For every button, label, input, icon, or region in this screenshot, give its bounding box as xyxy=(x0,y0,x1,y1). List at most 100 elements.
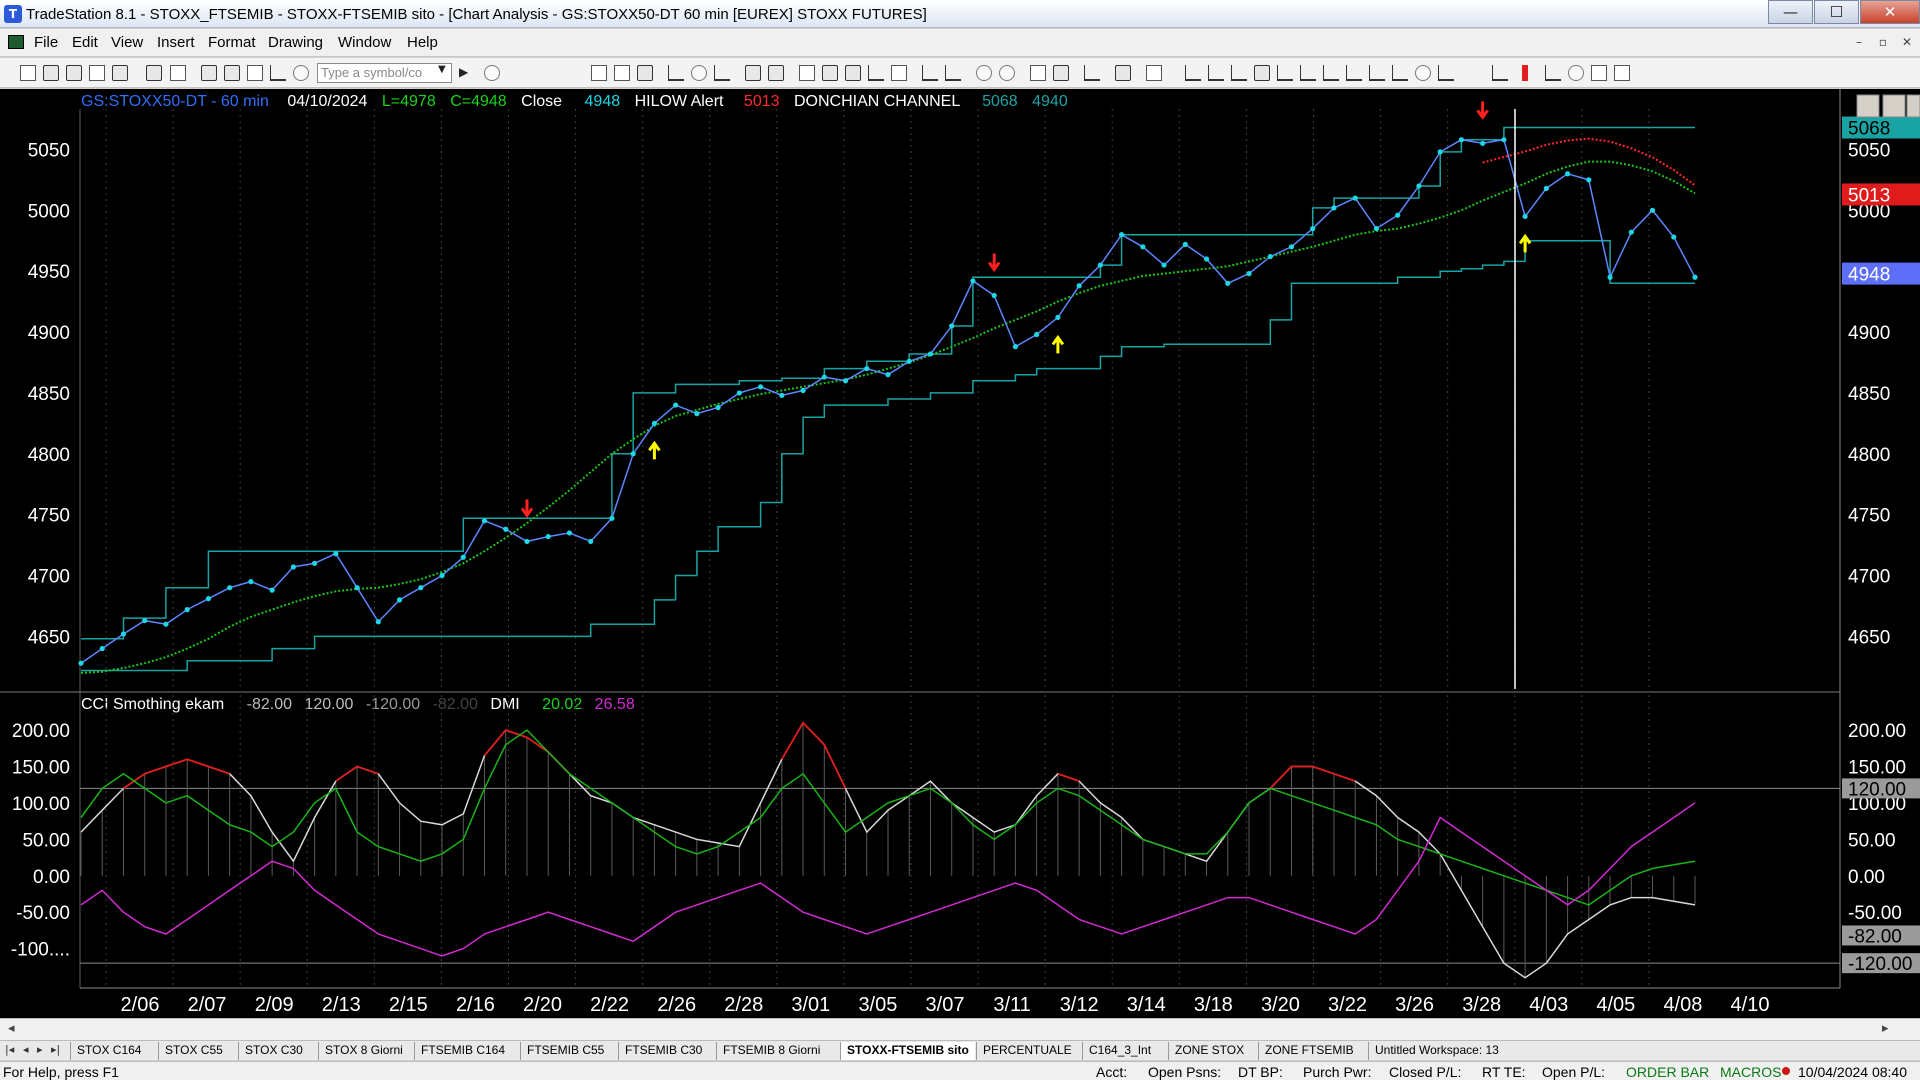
text-tool-icon[interactable] xyxy=(1614,65,1630,81)
refresh-icon[interactable] xyxy=(691,65,707,81)
menu-edit[interactable]: Edit xyxy=(72,34,98,51)
subwindow-restore-button[interactable] xyxy=(1882,94,1906,118)
andrews-pitchfork-icon[interactable] xyxy=(1346,65,1362,81)
symbol-go-icon[interactable]: ▶ xyxy=(459,65,468,79)
new-icon[interactable] xyxy=(20,65,36,81)
symbol-input[interactable]: Type a symbol/co xyxy=(317,63,452,83)
chart-analysis-window[interactable]: GS:STOXX50-DT - 60 min 04/10/2024 L=4978… xyxy=(0,89,1920,1018)
tab-stox-c55[interactable]: STOX C55 xyxy=(158,1042,229,1060)
curve-icon[interactable] xyxy=(1492,65,1508,81)
regression-icon[interactable] xyxy=(1392,65,1408,81)
tab-c164-3-int[interactable]: C164_3_Int xyxy=(1082,1042,1158,1060)
rectangle-tool-icon[interactable] xyxy=(1591,65,1607,81)
menu-view[interactable]: View xyxy=(111,34,143,51)
data-tips-icon[interactable] xyxy=(1053,65,1069,81)
ray-icon[interactable] xyxy=(1277,65,1293,81)
tab-stox-c164[interactable]: STOX C164 xyxy=(70,1042,148,1060)
tools-icon[interactable] xyxy=(1084,65,1100,81)
mdi-minimize-button[interactable]: – xyxy=(1850,33,1868,51)
menu-format[interactable]: Format xyxy=(208,34,256,51)
menu-drawing[interactable]: Drawing xyxy=(268,34,323,51)
order-entry-icon[interactable] xyxy=(1115,65,1131,81)
format-icon[interactable] xyxy=(270,65,286,81)
menu-insert[interactable]: Insert xyxy=(157,34,195,51)
tab-ftsemib-c30[interactable]: FTSEMIB C30 xyxy=(618,1042,709,1060)
chart-window-icon[interactable] xyxy=(8,35,24,49)
down-arrow-tool-icon[interactable] xyxy=(1522,65,1528,81)
arc-icon[interactable] xyxy=(1415,65,1431,81)
symbol-lookup-icon[interactable] xyxy=(484,65,500,81)
open-workspace-icon[interactable] xyxy=(66,65,82,81)
tab-ftsemib-8-giorni[interactable]: FTSEMIB 8 Giorni xyxy=(716,1042,827,1060)
save-icon[interactable] xyxy=(112,65,128,81)
freehand-icon[interactable] xyxy=(1438,65,1454,81)
copy-icon[interactable] xyxy=(224,65,240,81)
tab-ftsemib-c164[interactable]: FTSEMIB C164 xyxy=(414,1042,512,1060)
menu-help[interactable]: Help xyxy=(407,34,438,51)
horizontal-line-icon[interactable] xyxy=(1231,65,1247,81)
up-arrow-tool-icon[interactable] xyxy=(1545,65,1561,81)
order-bar-button[interactable]: ORDER BAR xyxy=(1626,1064,1709,1080)
subwindow-close-button[interactable] xyxy=(1906,94,1920,118)
tab-stox-c30[interactable]: STOX C30 xyxy=(238,1042,309,1060)
tab-percentuale[interactable]: PERCENTUALE xyxy=(976,1042,1078,1060)
zoom-out-icon[interactable] xyxy=(999,65,1015,81)
mdi-close-button[interactable]: ✕ xyxy=(1898,33,1916,51)
tab-next-icon[interactable]: ▸ xyxy=(37,1043,43,1056)
chart-analysis-icon[interactable] xyxy=(591,65,607,81)
speed-lines-icon[interactable] xyxy=(1369,65,1385,81)
maximize-button[interactable]: ☐ xyxy=(1814,0,1859,24)
lock-icon[interactable] xyxy=(247,65,263,81)
tab-prev-icon[interactable]: ◂ xyxy=(23,1043,29,1056)
new-workspace-icon[interactable] xyxy=(89,65,105,81)
line-chart-icon[interactable] xyxy=(868,65,884,81)
tab-untitled-workspace-13[interactable]: Untitled Workspace: 13 xyxy=(1368,1042,1505,1060)
pointer-icon[interactable] xyxy=(1030,65,1046,81)
cut-icon[interactable] xyxy=(201,65,217,81)
matrix-icon[interactable] xyxy=(637,65,653,81)
menu-file[interactable]: File xyxy=(34,34,58,51)
scroll-right-icon[interactable]: ▸ xyxy=(1882,1021,1889,1036)
chart-canvas[interactable]: GS:STOXX50-DT - 60 min 04/10/2024 L=4978… xyxy=(0,89,1920,1018)
mdi-restore-button[interactable]: ▫ xyxy=(1874,33,1892,51)
strategy-icon[interactable] xyxy=(745,65,761,81)
fib-icon[interactable] xyxy=(1300,65,1316,81)
print-preview-icon[interactable] xyxy=(170,65,186,81)
tab-first-icon[interactable]: |◂ xyxy=(5,1043,14,1056)
bar-spacing-icon[interactable] xyxy=(922,65,938,81)
tab-zone-stox[interactable]: ZONE STOX xyxy=(1168,1042,1251,1060)
trendline-icon[interactable] xyxy=(1185,65,1201,81)
indicator-icon[interactable] xyxy=(714,65,730,81)
period-icon[interactable] xyxy=(891,65,907,81)
minimize-button[interactable]: — xyxy=(1768,0,1813,24)
options-icon[interactable] xyxy=(1146,65,1162,81)
radar-screen-icon[interactable] xyxy=(614,65,630,81)
tab-last-icon[interactable]: ▸| xyxy=(51,1043,60,1056)
horizontal-scrollbar[interactable]: ◂ ▸ xyxy=(0,1018,1920,1040)
close-button[interactable]: ✕ xyxy=(1860,0,1920,24)
open-icon[interactable] xyxy=(43,65,59,81)
chart-type-icon[interactable] xyxy=(822,65,838,81)
zoom-in-icon[interactable] xyxy=(976,65,992,81)
tab-zone-ftsemib[interactable]: ZONE FTSEMIB xyxy=(1258,1042,1360,1060)
symbol-dropdown-icon[interactable]: ▼ xyxy=(438,64,446,75)
print-icon[interactable] xyxy=(146,65,162,81)
candle-icon[interactable] xyxy=(845,65,861,81)
scanner-icon[interactable] xyxy=(799,65,815,81)
bar-squeeze-icon[interactable] xyxy=(945,65,961,81)
osc-tick-left: 150.00 xyxy=(12,758,70,779)
channel-icon[interactable] xyxy=(1254,65,1270,81)
color-icon[interactable] xyxy=(293,65,309,81)
macros-button[interactable]: MACROS xyxy=(1720,1064,1781,1080)
gann-icon[interactable] xyxy=(1323,65,1339,81)
workspace-icon[interactable] xyxy=(768,65,784,81)
subwindow-minimize-button[interactable] xyxy=(1856,94,1880,118)
ellipse-tool-icon[interactable] xyxy=(1568,65,1584,81)
menu-window[interactable]: Window xyxy=(338,34,391,51)
bar-chart-icon[interactable] xyxy=(668,65,684,81)
tab-stox-8-giorni[interactable]: STOX 8 Giorni xyxy=(318,1042,409,1060)
scroll-left-icon[interactable]: ◂ xyxy=(8,1021,15,1036)
tab-stoxx-ftsemib-sito[interactable]: STOXX-FTSEMIB sito xyxy=(840,1042,975,1060)
vertical-line-icon[interactable] xyxy=(1208,65,1224,81)
tab-ftsemib-c55[interactable]: FTSEMIB C55 xyxy=(520,1042,611,1060)
